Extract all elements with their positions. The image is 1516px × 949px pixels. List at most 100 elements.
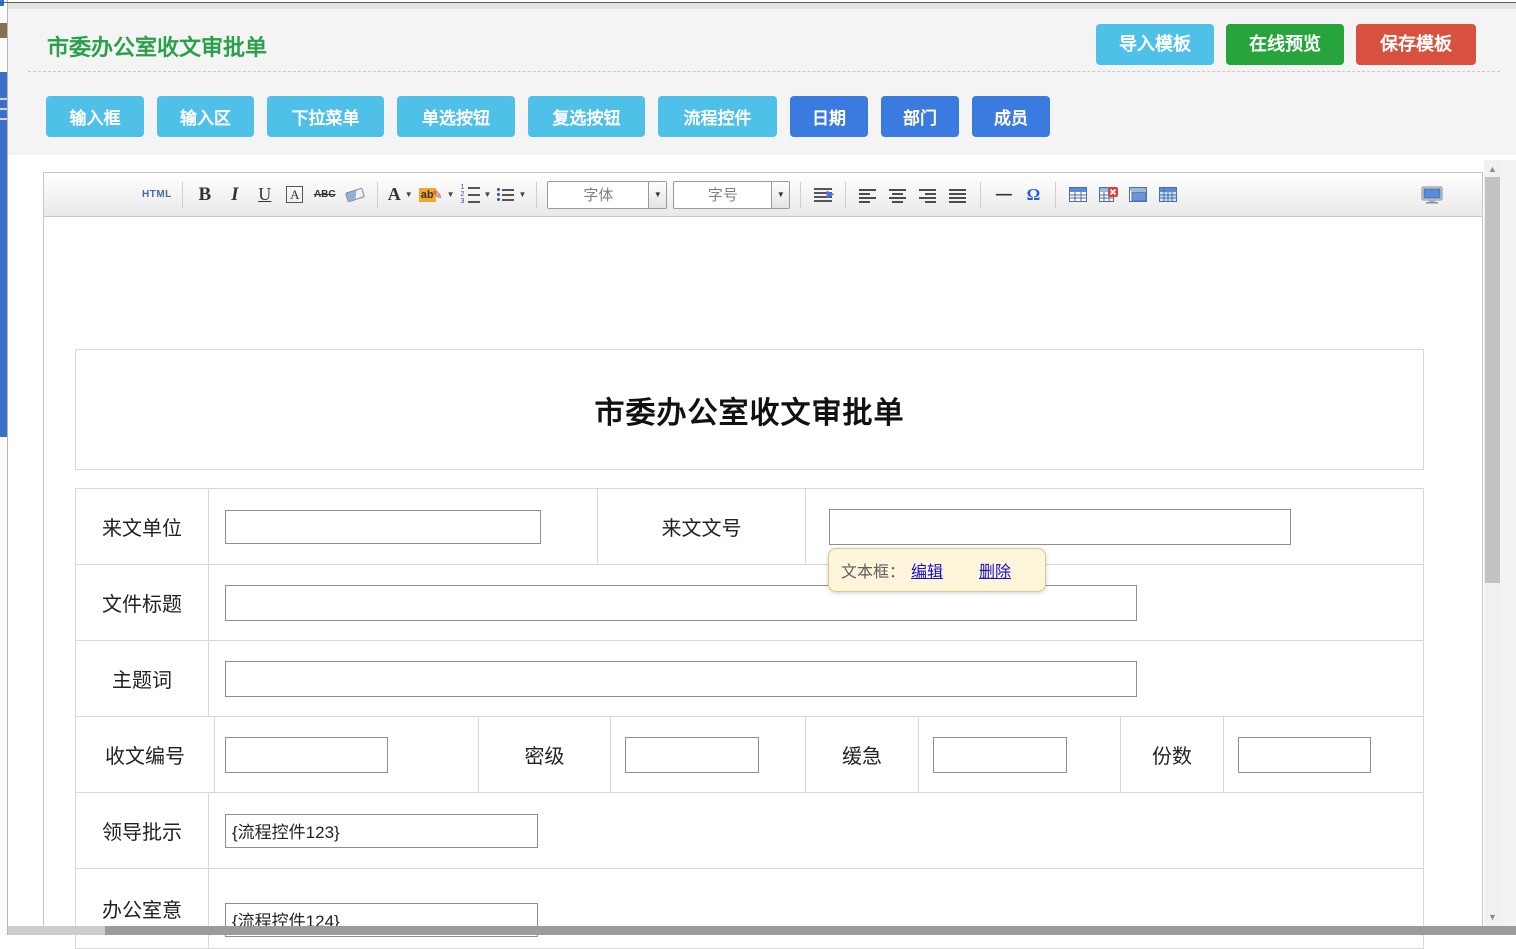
font-color-icon[interactable]: A▼ bbox=[388, 182, 413, 208]
strip-tick bbox=[0, 108, 7, 110]
highlight-color-icon[interactable]: ab✎▼ bbox=[419, 182, 455, 208]
window-bottom-edge bbox=[105, 926, 1516, 935]
vertical-scrollbar[interactable]: ▲ ▼ bbox=[1484, 160, 1501, 935]
widget-member-button[interactable]: 成员 bbox=[972, 96, 1050, 137]
widget-radio-button[interactable]: 单选按钮 bbox=[397, 96, 515, 137]
online-preview-button[interactable]: 在线预览 bbox=[1226, 24, 1344, 65]
font-size-select[interactable]: 字号 ▼ bbox=[673, 181, 790, 209]
delete-link[interactable]: 删除 bbox=[979, 558, 1011, 582]
table-row: 领导批示 bbox=[75, 793, 1424, 869]
huanji-input[interactable] bbox=[933, 737, 1067, 773]
special-character-icon[interactable]: Ω bbox=[1021, 182, 1045, 208]
align-left-icon[interactable] bbox=[856, 182, 880, 208]
align-center-icon[interactable] bbox=[886, 182, 910, 208]
delete-table-icon[interactable] bbox=[1096, 182, 1120, 208]
background-window-strip bbox=[0, 0, 8, 935]
strip-tick bbox=[0, 98, 7, 100]
cell-shouwen-bianhao bbox=[214, 717, 478, 792]
scroll-up-icon[interactable]: ▲ bbox=[1484, 160, 1501, 177]
label-miji: 密级 bbox=[478, 717, 610, 792]
table-row: 来文单位 来文文号 bbox=[75, 489, 1424, 565]
tooltip-prefix: 文本框： bbox=[841, 558, 905, 582]
cell-wenjian-biaoti bbox=[208, 565, 1424, 640]
font-family-select[interactable]: 字体 ▼ bbox=[547, 181, 667, 209]
label-huanji: 缓急 bbox=[805, 717, 918, 792]
label-bangongshi: 办公室意 bbox=[75, 869, 208, 948]
strikethrough-icon[interactable]: ABC bbox=[313, 182, 337, 208]
edit-link[interactable]: 编辑 bbox=[911, 558, 943, 582]
widget-dropdown-button[interactable]: 下拉菜单 bbox=[267, 96, 384, 137]
toolbar-separator bbox=[182, 182, 183, 208]
widget-button-row: 输入框 输入区 下拉菜单 单选按钮 复选按钮 流程控件 日期 部门 成员 bbox=[46, 96, 1050, 137]
chevron-down-icon[interactable]: ▼ bbox=[648, 182, 666, 208]
toolbar-separator bbox=[536, 182, 537, 208]
page-title: 市委办公室收文审批单 bbox=[47, 30, 267, 62]
toolbar-separator bbox=[377, 182, 378, 208]
page-header: 市委办公室收文审批单 导入模板 在线预览 保存模板 输入框 输入区 下拉菜单 单… bbox=[8, 9, 1516, 155]
label-wenjian-biaoti: 文件标题 bbox=[75, 565, 208, 640]
align-right-icon[interactable] bbox=[916, 182, 940, 208]
table-cell-properties-icon[interactable] bbox=[1126, 182, 1150, 208]
widget-department-button[interactable]: 部门 bbox=[881, 96, 959, 137]
insert-table-icon[interactable] bbox=[1066, 182, 1090, 208]
strip-accent bbox=[0, 0, 4, 6]
fullscreen-monitor-icon[interactable] bbox=[1420, 182, 1444, 208]
cell-huanji bbox=[918, 717, 1120, 792]
toolbar-separator bbox=[845, 182, 846, 208]
cell-bangongshi bbox=[208, 869, 1424, 948]
widget-flow-control-button[interactable]: 流程控件 bbox=[658, 96, 777, 137]
cell-laiwen-danwei bbox=[208, 489, 597, 564]
widget-checkbox-button[interactable]: 复选按钮 bbox=[528, 96, 645, 137]
cell-lingdao-pishi bbox=[208, 793, 1424, 868]
scrollbar-thumb[interactable] bbox=[1485, 177, 1500, 583]
underline-icon[interactable]: U bbox=[253, 182, 277, 208]
zhutici-input[interactable] bbox=[225, 661, 1137, 697]
table-row: 文件标题 bbox=[75, 565, 1424, 641]
miji-input[interactable] bbox=[625, 737, 759, 773]
bold-icon[interactable]: B bbox=[193, 182, 217, 208]
save-template-button[interactable]: 保存模板 bbox=[1356, 24, 1476, 65]
table-row: 收文编号 密级 缓急 份数 bbox=[75, 717, 1424, 793]
textbox-tooltip: 文本框： 编辑 删除 bbox=[828, 548, 1046, 592]
lingdao-pishi-input[interactable] bbox=[225, 814, 538, 848]
laiwen-wenhao-input[interactable] bbox=[829, 509, 1291, 545]
label-laiwen-danwei: 来文单位 bbox=[75, 489, 208, 564]
form-table: 来文单位 来文文号 文件标题 主题词 收文编号 密级 缓急 份数 bbox=[75, 488, 1424, 949]
format-block-icon[interactable]: A bbox=[283, 182, 307, 208]
cell-fenshu bbox=[1223, 717, 1424, 792]
horizontal-rule-icon[interactable]: — bbox=[991, 182, 1015, 208]
align-justify-icon[interactable] bbox=[946, 182, 970, 208]
unordered-list-icon[interactable]: ▼ bbox=[497, 182, 526, 208]
ordered-list-icon[interactable]: 1 2 3 ▼ bbox=[461, 182, 492, 208]
label-fenshu: 份数 bbox=[1120, 717, 1223, 792]
strip-segment bbox=[0, 23, 7, 38]
toolbar-separator bbox=[800, 182, 801, 208]
fenshu-input[interactable] bbox=[1238, 737, 1371, 773]
form-title-box: 市委办公室收文审批单 bbox=[75, 349, 1424, 470]
form-title: 市委办公室收文审批单 bbox=[595, 388, 905, 432]
source-code-icon[interactable]: HTML bbox=[142, 182, 172, 208]
strip-segment bbox=[0, 72, 7, 437]
right-gutter bbox=[1501, 160, 1516, 935]
window-bottom-edge bbox=[8, 926, 105, 935]
label-laiwen-wenhao: 来文文号 bbox=[597, 489, 805, 564]
widget-input-box-button[interactable]: 输入框 bbox=[46, 96, 144, 137]
shouwen-bianhao-input[interactable] bbox=[225, 737, 388, 773]
header-divider bbox=[28, 71, 1500, 72]
table-row: 办公室意 bbox=[75, 869, 1424, 949]
import-template-button[interactable]: 导入模板 bbox=[1096, 24, 1214, 65]
cell-zhutici bbox=[208, 641, 1424, 716]
table-properties-icon[interactable] bbox=[1156, 182, 1180, 208]
cell-miji bbox=[610, 717, 805, 792]
laiwen-danwei-input[interactable] bbox=[225, 510, 541, 544]
label-lingdao-pishi: 领导批示 bbox=[75, 793, 208, 868]
editor-toolbar: HTML B I U A ABC A▼ ab✎▼ 1 2 3 ▼ ▼ 字体 bbox=[44, 173, 1482, 217]
widget-date-button[interactable]: 日期 bbox=[790, 96, 868, 137]
remove-format-eraser-icon[interactable] bbox=[343, 182, 367, 208]
indent-icon[interactable]: ▶ bbox=[811, 182, 835, 208]
italic-icon[interactable]: I bbox=[223, 182, 247, 208]
label-zhutici: 主题词 bbox=[75, 641, 208, 716]
scroll-down-icon[interactable]: ▼ bbox=[1484, 908, 1501, 925]
widget-input-area-button[interactable]: 输入区 bbox=[157, 96, 254, 137]
chevron-down-icon[interactable]: ▼ bbox=[771, 182, 789, 208]
